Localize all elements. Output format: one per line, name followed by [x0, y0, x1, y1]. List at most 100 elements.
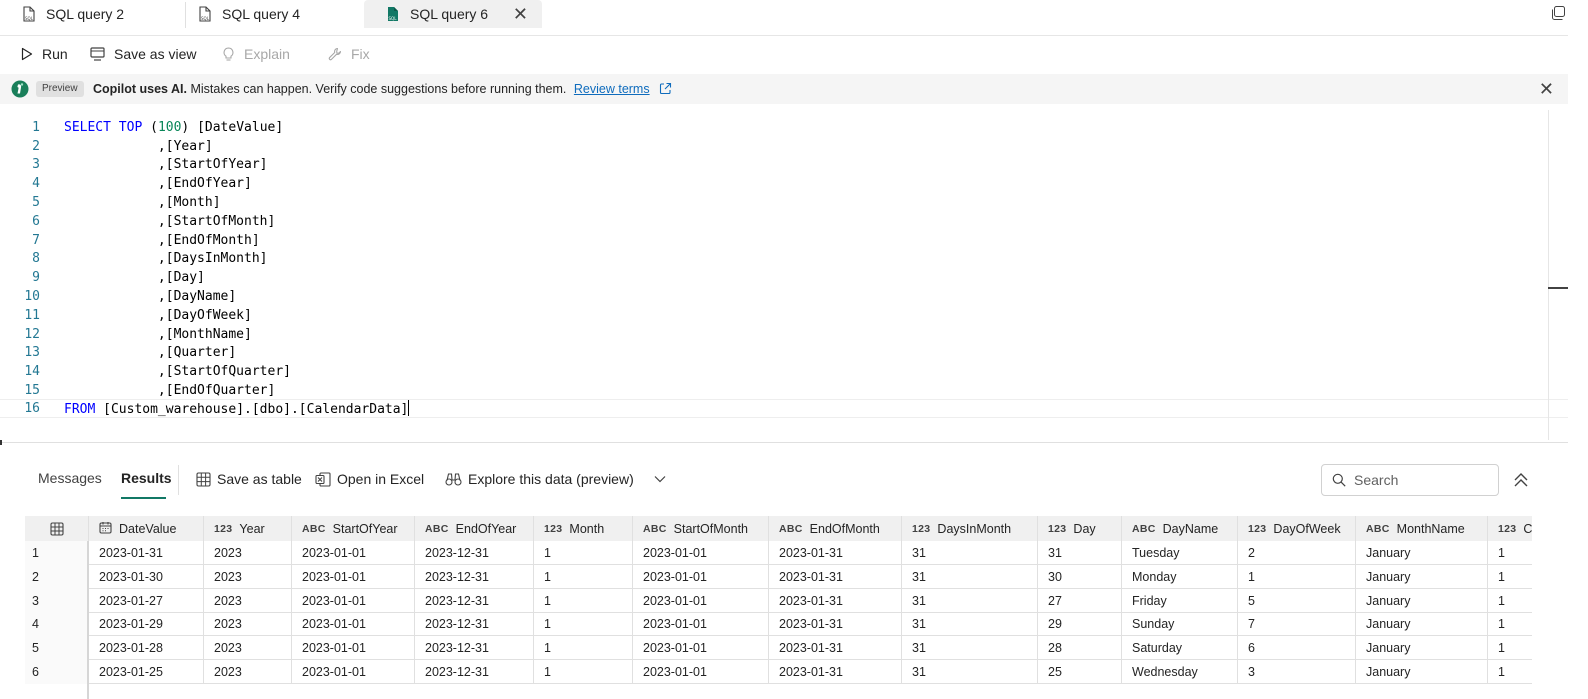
table-cell[interactable]: 1 — [534, 564, 633, 589]
fix-button[interactable]: Fix — [328, 36, 370, 72]
table-row[interactable]: 6 2023-01-25 2023 2023-01-01 2023-12-31 1 2023… — [25, 660, 1532, 684]
column-header[interactable]: ABC EndOfYear — [415, 516, 534, 541]
editor-scrollbar-track[interactable] — [1548, 110, 1549, 440]
table-cell[interactable]: 31 — [902, 541, 1038, 565]
collapse-panel-icon[interactable] — [1511, 470, 1531, 490]
column-header[interactable]: DateValue — [89, 516, 204, 541]
table-cell[interactable]: 28 — [1038, 636, 1122, 661]
column-header[interactable]: 123 Day — [1038, 516, 1122, 541]
table-cell[interactable]: 31 — [902, 564, 1038, 589]
table-cell[interactable]: 2023-01-01 — [292, 541, 415, 565]
row-index[interactable]: 5 — [25, 636, 89, 661]
table-cell[interactable]: 31 — [902, 588, 1038, 613]
resize-handle[interactable] — [0, 440, 2, 445]
table-cell[interactable]: 1 — [1488, 565, 1532, 589]
table-cell[interactable]: Friday — [1122, 588, 1238, 613]
row-index[interactable]: 3 — [25, 588, 89, 613]
table-cell[interactable]: 2023-01-31 — [769, 636, 902, 661]
table-cell[interactable]: 7 — [1238, 612, 1356, 637]
column-header[interactable]: ABC MonthName — [1356, 516, 1488, 541]
table-cell[interactable]: 29 — [1038, 612, 1122, 637]
tab-sql-query-6[interactable]: SQL SQL query 6 ✕ — [364, 0, 542, 28]
table-row[interactable]: 3 2023-01-27 2023 2023-01-01 2023-12-31 1 2023… — [25, 588, 1532, 613]
table-cell[interactable]: 1 — [1238, 564, 1356, 589]
column-header[interactable]: 123 DayOfWeek — [1238, 516, 1356, 541]
table-cell[interactable]: 2023-01-01 — [292, 636, 415, 661]
table-cell[interactable]: 2023-01-01 — [633, 660, 769, 684]
table-cell[interactable]: 1 — [1488, 589, 1532, 613]
table-cell[interactable]: 2023-01-31 — [769, 564, 902, 589]
table-cell[interactable]: 2023-12-31 — [415, 564, 534, 589]
row-index[interactable]: 2 — [25, 564, 89, 589]
table-cell[interactable]: 2023-01-30 — [89, 564, 204, 589]
table-cell[interactable]: January — [1356, 541, 1488, 565]
tab-messages[interactable]: Messages — [38, 470, 102, 486]
table-cell[interactable]: 2023-12-31 — [415, 660, 534, 684]
table-cell[interactable]: 2023-01-31 — [769, 541, 902, 565]
table-cell[interactable]: 1 — [1488, 636, 1532, 660]
explore-data-button[interactable]: Explore this data (preview) — [445, 471, 672, 487]
column-header[interactable]: ABC StartOfYear — [292, 516, 415, 541]
table-cell[interactable]: 2023-01-31 — [769, 612, 902, 637]
table-cell[interactable]: 2023-12-31 — [415, 636, 534, 661]
table-cell[interactable]: 2023-01-01 — [292, 612, 415, 637]
table-cell[interactable]: 2023 — [204, 564, 292, 589]
tab-results[interactable]: Results — [121, 470, 172, 486]
run-button[interactable]: Run — [21, 36, 68, 72]
table-row[interactable]: 5 2023-01-28 2023 2023-01-01 2023-12-31 1 2023… — [25, 636, 1532, 661]
table-cell[interactable]: 27 — [1038, 588, 1122, 613]
row-index[interactable]: 4 — [25, 612, 89, 637]
table-cell[interactable]: 2023-12-31 — [415, 588, 534, 613]
close-banner-icon[interactable]: ✕ — [1539, 79, 1554, 100]
table-cell[interactable]: 2023-01-01 — [633, 564, 769, 589]
table-cell[interactable]: 2023-01-25 — [89, 660, 204, 684]
table-cell[interactable]: 1 — [534, 660, 633, 684]
chevron-down-icon[interactable] — [654, 475, 666, 483]
table-cell[interactable]: 1 — [534, 588, 633, 613]
open-in-excel-button[interactable]: Open in Excel — [315, 471, 424, 487]
table-cell[interactable]: January — [1356, 564, 1488, 589]
table-cell[interactable]: 6 — [1238, 636, 1356, 661]
table-cell[interactable]: 2023-01-31 — [769, 660, 902, 684]
column-header[interactable]: ABC DayName — [1122, 516, 1238, 541]
table-cell[interactable]: 2023-01-01 — [633, 612, 769, 637]
table-cell[interactable]: 31 — [902, 636, 1038, 661]
table-cell[interactable]: 2023-12-31 — [415, 541, 534, 565]
table-cell[interactable]: Monday — [1122, 564, 1238, 589]
table-cell[interactable]: Sunday — [1122, 612, 1238, 637]
table-cell[interactable]: January — [1356, 588, 1488, 613]
table-row[interactable]: 4 2023-01-29 2023 2023-01-01 2023-12-31 1 2023… — [25, 612, 1532, 637]
close-tab-icon[interactable]: ✕ — [513, 5, 528, 23]
search-box[interactable] — [1321, 464, 1499, 496]
explain-button[interactable]: Explain — [222, 36, 290, 72]
table-row[interactable]: 1 2023-01-31 2023 2023-01-01 2023-12-31 1 2023… — [25, 541, 1532, 565]
table-cell[interactable]: 25 — [1038, 660, 1122, 684]
table-cell[interactable]: 2023-01-28 — [89, 636, 204, 661]
column-header[interactable]: ABC EndOfMonth — [769, 516, 902, 541]
tab-sql-query-4[interactable]: SQL SQL query 4 — [176, 0, 364, 28]
table-cell[interactable]: 31 — [902, 612, 1038, 637]
table-cell[interactable]: 2023-01-01 — [292, 660, 415, 684]
external-link-icon[interactable] — [659, 82, 672, 95]
table-cell[interactable]: 30 — [1038, 564, 1122, 589]
table-cell[interactable]: 2023 — [204, 588, 292, 613]
table-cell[interactable]: 2023-01-01 — [292, 588, 415, 613]
column-header[interactable]: 123 C — [1488, 516, 1532, 541]
column-header[interactable]: 123 DaysInMonth — [902, 516, 1038, 541]
column-header[interactable]: ABC StartOfMonth — [633, 516, 769, 541]
table-cell[interactable]: January — [1356, 636, 1488, 661]
table-cell[interactable]: 2023-01-01 — [633, 636, 769, 661]
table-cell[interactable]: 2023 — [204, 660, 292, 684]
copy-icon[interactable] — [1550, 5, 1566, 21]
table-cell[interactable]: Tuesday — [1122, 541, 1238, 565]
table-row[interactable]: 2 2023-01-30 2023 2023-01-01 2023-12-31 1 2023… — [25, 564, 1532, 589]
table-cell[interactable]: Wednesday — [1122, 660, 1238, 684]
table-cell[interactable]: 2023-01-31 — [89, 541, 204, 565]
table-cell[interactable]: 31 — [1038, 541, 1122, 565]
table-cell[interactable]: 2023 — [204, 636, 292, 661]
table-cell[interactable]: 2023-01-01 — [633, 541, 769, 565]
save-as-view-button[interactable]: Save as view — [90, 36, 196, 72]
row-index[interactable]: 6 — [25, 660, 89, 684]
table-cell[interactable]: 2023 — [204, 541, 292, 565]
table-cell[interactable]: 3 — [1238, 660, 1356, 684]
